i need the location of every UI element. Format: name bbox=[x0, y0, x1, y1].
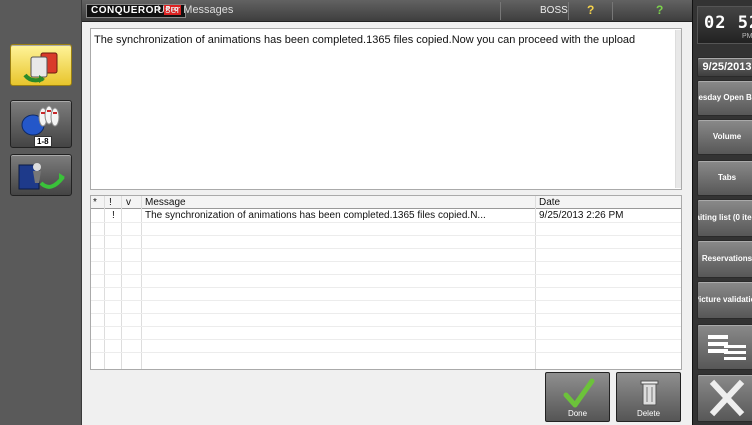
row-separator bbox=[91, 261, 681, 262]
row-date-cell: 9/25/2013 2:26 PM bbox=[539, 210, 624, 221]
row-separator bbox=[91, 235, 681, 236]
clock-time: 02 52 bbox=[704, 13, 752, 33]
row-separator bbox=[91, 222, 681, 223]
bowling-pins-icon bbox=[21, 105, 60, 136]
swap-cards-button[interactable] bbox=[10, 44, 72, 86]
delete-button[interactable]: Delete bbox=[616, 372, 681, 422]
done-label: Done bbox=[567, 409, 588, 418]
title-divider bbox=[500, 2, 501, 20]
waiting-list-button[interactable]: Waiting list (0 items) bbox=[697, 199, 752, 237]
list-icon bbox=[708, 335, 746, 360]
title-divider bbox=[612, 2, 613, 20]
row-separator bbox=[91, 300, 681, 301]
reservations-button[interactable]: Reservations bbox=[697, 240, 752, 278]
row-separator bbox=[91, 339, 681, 340]
delete-label: Delete bbox=[636, 409, 661, 418]
date-display: 9/25/2013 bbox=[697, 57, 752, 77]
close-button[interactable] bbox=[697, 374, 752, 422]
volume-button[interactable]: Volume bbox=[697, 119, 752, 155]
session-button[interactable]: Wednesday Open Bowling bbox=[697, 80, 752, 116]
lane-range-badge: 1-8 bbox=[34, 136, 52, 147]
row-message-cell: The synchronization of animations has be… bbox=[145, 210, 486, 221]
row-separator bbox=[91, 287, 681, 288]
table-header: * ! v Message Date bbox=[91, 196, 681, 209]
row-separator bbox=[91, 326, 681, 327]
help-icon[interactable]: ? bbox=[587, 3, 594, 17]
row-separator bbox=[91, 352, 681, 353]
message-scrollbar[interactable] bbox=[675, 30, 681, 188]
row-flag-cell: ! bbox=[112, 210, 115, 221]
column-header-flag[interactable]: ! bbox=[109, 196, 112, 209]
tabs-button[interactable]: Tabs bbox=[697, 160, 752, 196]
table-row[interactable]: ! The synchronization of animations has … bbox=[91, 209, 681, 222]
clock-suffix: PM bbox=[742, 33, 752, 40]
message-detail-box[interactable] bbox=[90, 28, 682, 190]
clock-display: 02 52 PM bbox=[697, 6, 752, 44]
message-detail-text: The synchronization of animations has be… bbox=[94, 34, 636, 46]
done-button[interactable]: Done bbox=[545, 372, 610, 422]
window-title: User Messages bbox=[157, 4, 234, 16]
logo-text: CONQUEROR bbox=[91, 5, 162, 16]
row-separator bbox=[91, 313, 681, 314]
column-header-date[interactable]: Date bbox=[539, 196, 560, 209]
transfer-player-button[interactable] bbox=[10, 154, 72, 196]
current-user: BOSS bbox=[540, 5, 568, 16]
swap-cards-icon bbox=[23, 52, 58, 83]
player-transfer-icon bbox=[18, 163, 65, 190]
column-header-message[interactable]: Message bbox=[145, 196, 186, 209]
trash-icon bbox=[640, 380, 659, 406]
list-menu-button[interactable] bbox=[697, 324, 752, 370]
context-help-icon[interactable]: ? bbox=[656, 3, 663, 17]
checkmark-icon bbox=[563, 378, 595, 408]
row-separator bbox=[91, 274, 681, 275]
row-separator bbox=[91, 248, 681, 249]
column-header-v[interactable]: v bbox=[126, 196, 131, 209]
lane-selection-button[interactable]: 1-8 bbox=[10, 100, 72, 148]
picture-validation-button[interactable]: Picture validation bbox=[697, 281, 752, 319]
title-divider bbox=[568, 2, 569, 20]
close-icon bbox=[709, 379, 745, 417]
column-header-star[interactable]: * bbox=[93, 196, 97, 209]
